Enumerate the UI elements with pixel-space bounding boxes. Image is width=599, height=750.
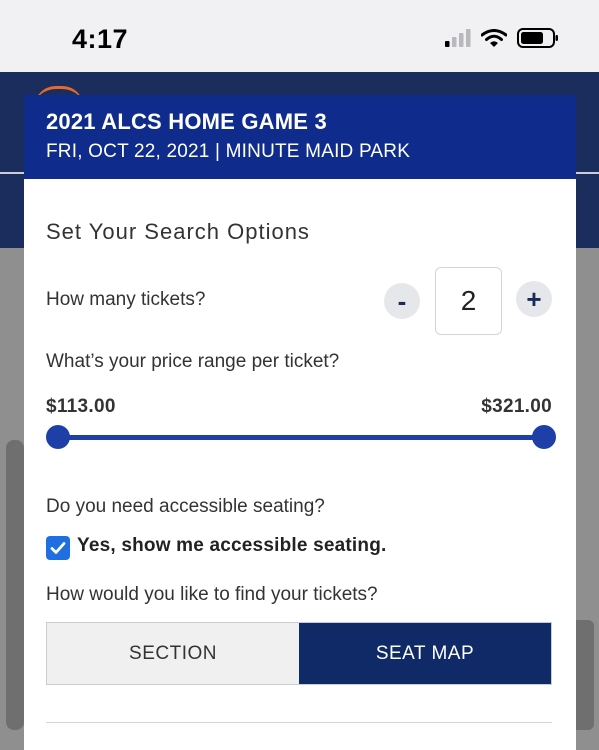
divider — [46, 722, 552, 723]
checkmark-icon — [50, 542, 66, 554]
game-subtitle: FRI, OCT 22, 2021 | MINUTE MAID PARK — [46, 141, 411, 162]
find-tickets-label: How would you like to find your tickets? — [46, 584, 378, 605]
price-range-slider[interactable] — [58, 435, 544, 440]
price-max-handle[interactable] — [532, 425, 556, 449]
battery-icon — [517, 28, 559, 53]
ticket-quantity-field[interactable]: 2 — [435, 267, 502, 335]
wifi-icon — [480, 28, 508, 53]
game-title: 2021 ALCS HOME GAME 3 — [46, 109, 327, 134]
price-min-handle[interactable] — [46, 425, 70, 449]
accessible-seating-label: Do you need accessible seating? — [46, 496, 325, 517]
search-options-modal: 2021 ALCS HOME GAME 3 FRI, OCT 22, 2021 … — [24, 95, 576, 750]
background-map-sections-left — [6, 440, 24, 730]
price-range-label: What’s your price range per ticket? — [46, 351, 340, 372]
status-time: 4:17 — [72, 24, 129, 54]
status-bar: 4:17 — [0, 0, 599, 72]
find-method-toggle: SECTION SEAT MAP — [46, 622, 552, 685]
seat-map-option-button[interactable]: SEAT MAP — [299, 623, 551, 684]
section-title: Set Your Search Options — [46, 219, 310, 244]
decrease-quantity-button[interactable]: - — [384, 283, 420, 319]
price-min-value: $113.00 — [46, 396, 116, 417]
section-option-button[interactable]: SECTION — [47, 623, 299, 684]
signal-icon — [445, 29, 471, 52]
accessible-seating-checkbox[interactable] — [46, 536, 70, 560]
tickets-label: How many tickets? — [46, 289, 206, 310]
game-header: 2021 ALCS HOME GAME 3 FRI, OCT 22, 2021 … — [24, 95, 576, 179]
price-max-value: $321.00 — [481, 396, 552, 417]
accessible-seating-option-label[interactable]: Yes, show me accessible seating. — [77, 535, 387, 557]
increase-quantity-button[interactable]: + — [516, 281, 552, 317]
status-icons — [445, 28, 559, 53]
